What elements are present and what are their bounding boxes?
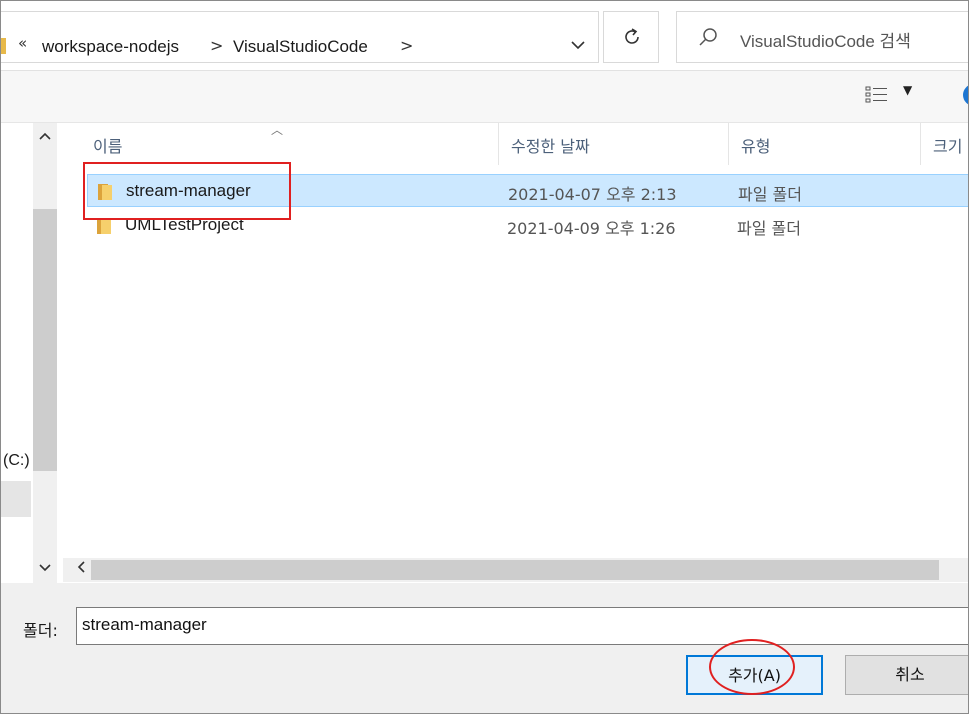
breadcrumb-workspace-nodejs[interactable]: workspace-nodejs — [42, 37, 179, 57]
chevron-down-icon[interactable] — [566, 34, 590, 58]
folder-icon — [97, 218, 115, 234]
dialog-footer: 폴더: stream-manager 추가(A) 취소 — [1, 583, 968, 713]
search-icon — [699, 28, 717, 46]
view-dropdown-icon[interactable]: ▼ — [903, 83, 912, 97]
nav-scrollbar-thumb[interactable] — [33, 209, 57, 471]
folder-icon — [1, 38, 6, 54]
scroll-left-icon[interactable] — [69, 558, 93, 582]
cancel-button[interactable]: 취소 — [845, 655, 968, 695]
folder-field-label: 폴더: — [23, 621, 58, 640]
breadcrumb-separator-icon[interactable]: > — [400, 36, 413, 55]
highlight-annotation — [83, 162, 291, 220]
file-type: 파일 폴더 — [738, 185, 802, 204]
column-header-name[interactable]: 이름 ︿ — [81, 123, 499, 165]
nav-item-drive-c[interactable]: (C:) — [3, 452, 30, 470]
file-type: 파일 폴더 — [737, 219, 801, 238]
folder-name-input[interactable]: stream-manager — [76, 607, 968, 645]
horizontal-scrollbar[interactable] — [63, 558, 968, 582]
nav-item-selected[interactable] — [1, 481, 31, 517]
breadcrumb-separator-icon[interactable]: > — [210, 36, 223, 55]
sort-up-icon: ︿ — [271, 123, 284, 137]
search-box[interactable]: VisualStudioCode 검색 — [676, 11, 968, 63]
search-input[interactable]: VisualStudioCode 검색 — [740, 27, 911, 52]
address-bar[interactable]: « workspace-nodejs > VisualStudioCode > — [1, 11, 599, 63]
column-header-type[interactable]: 유형 — [729, 123, 921, 165]
column-label: 유형 — [741, 137, 771, 156]
refresh-button[interactable] — [603, 11, 659, 63]
overflow-chevron-icon[interactable]: « — [18, 34, 27, 52]
column-label: 크기 — [933, 137, 963, 156]
highlight-annotation — [709, 639, 795, 695]
breadcrumb-visualstudiocode[interactable]: VisualStudioCode — [233, 37, 368, 57]
scroll-up-icon[interactable] — [33, 125, 57, 149]
horizontal-scrollbar-thumb[interactable] — [91, 560, 939, 580]
help-icon[interactable] — [963, 84, 968, 106]
file-modified: 2021-04-07 오후 2:13 — [508, 185, 677, 204]
address-row: « workspace-nodejs > VisualStudioCode > … — [1, 1, 968, 71]
column-label: 이름 — [93, 137, 123, 156]
column-header-modified[interactable]: 수정한 날짜 — [499, 123, 729, 165]
details-view-icon[interactable] — [865, 85, 889, 105]
column-label: 수정한 날짜 — [511, 137, 590, 156]
file-dialog: « workspace-nodejs > VisualStudioCode > … — [0, 0, 969, 714]
column-header-size[interactable]: 크기 — [921, 123, 968, 165]
toolbar: ▼ — [1, 71, 968, 123]
file-modified: 2021-04-09 오후 1:26 — [507, 219, 676, 238]
refresh-icon — [625, 28, 639, 44]
scroll-down-icon[interactable] — [33, 557, 57, 581]
